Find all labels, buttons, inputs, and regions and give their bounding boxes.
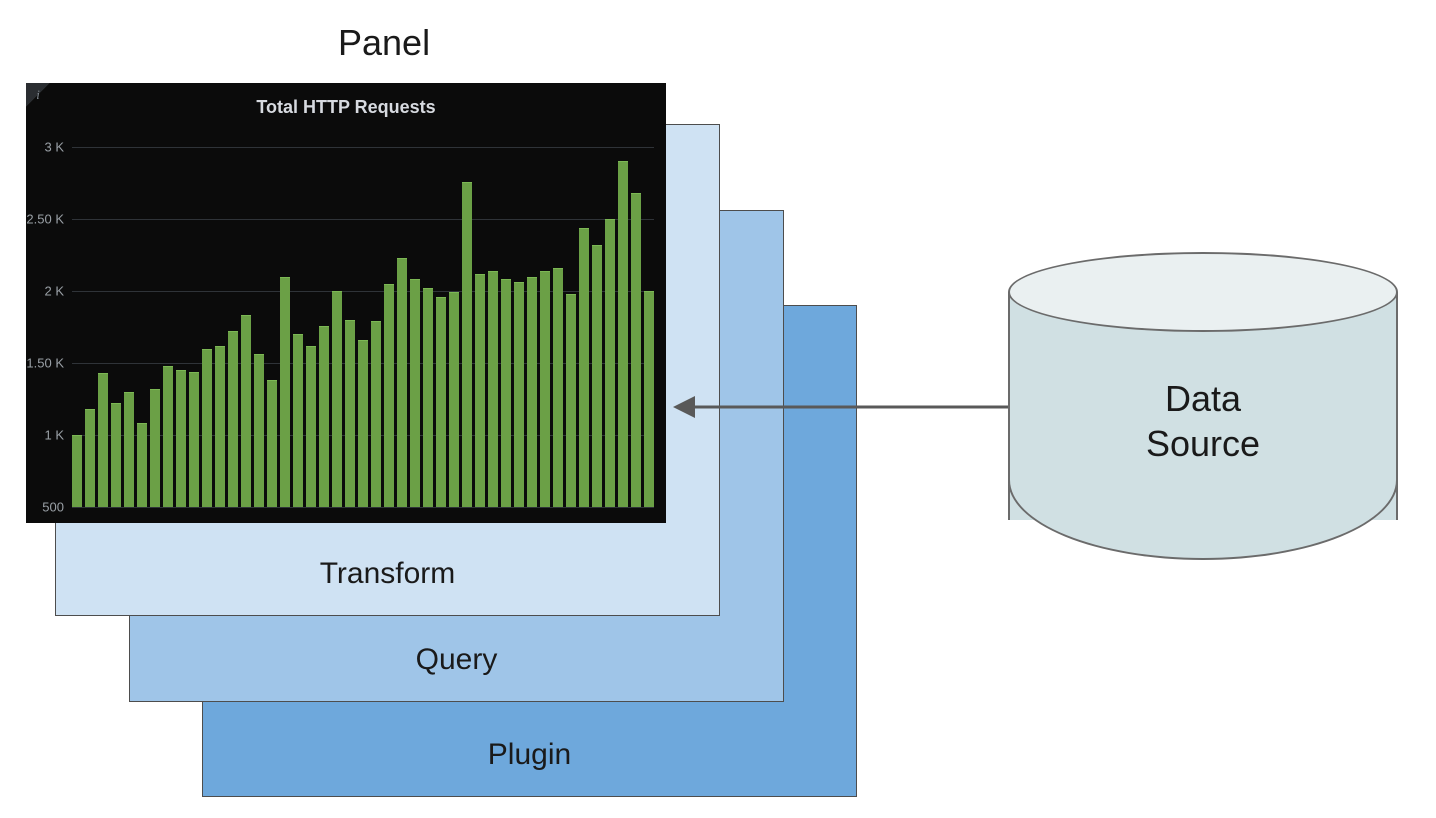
chart-bar	[163, 366, 173, 507]
layer-query-label: Query	[416, 643, 498, 677]
chart-bar	[592, 245, 602, 507]
chart-bar	[150, 389, 160, 507]
chart-bar	[527, 277, 537, 507]
data-source-label: Data Source	[1008, 252, 1398, 560]
chart-plot-area	[72, 147, 654, 507]
chart-bar	[111, 403, 121, 507]
chart-bar	[449, 292, 459, 507]
layer-plugin-label: Plugin	[488, 738, 571, 772]
arrow-data-to-panel	[673, 398, 1008, 416]
chart-bar	[358, 340, 368, 507]
chart-bar	[202, 349, 212, 507]
data-source-cylinder: Data Source	[1008, 252, 1398, 560]
chart-bar	[176, 370, 186, 507]
chart-bar	[215, 346, 225, 507]
chart-panel: i Total HTTP Requests 500 1 K 1.50 K 2 K 2.5…	[26, 83, 666, 523]
layer-transform-label: Transform	[320, 557, 456, 591]
chart-bar	[501, 279, 511, 507]
y-tick-label: 500	[42, 500, 72, 515]
y-tick-label: 1 K	[44, 428, 72, 443]
chart-bar	[267, 380, 277, 507]
chart-bar	[189, 372, 199, 507]
chart-bar	[566, 294, 576, 507]
chart-bar	[332, 291, 342, 507]
chart-bar	[306, 346, 316, 507]
chart-bar	[488, 271, 498, 507]
arrow-head-icon	[673, 396, 695, 418]
chart-bar	[85, 409, 95, 507]
arrow-line	[691, 406, 1008, 409]
chart-bar	[137, 423, 147, 507]
chart-title: Total HTTP Requests	[26, 83, 666, 118]
y-tick-label: 3 K	[44, 140, 72, 155]
chart-bar	[72, 435, 82, 507]
chart-bar	[254, 354, 264, 507]
chart-bar	[644, 291, 654, 507]
chart-bar	[384, 284, 394, 507]
y-tick-label: 1.50 K	[26, 356, 72, 371]
chart-bar	[345, 320, 355, 507]
chart-bar	[514, 282, 524, 507]
chart-bar	[553, 268, 563, 507]
chart-bar	[241, 315, 251, 507]
chart-bar	[423, 288, 433, 507]
panel-heading: Panel	[338, 22, 430, 64]
chart-bar	[605, 219, 615, 507]
chart-bar	[98, 373, 108, 507]
chart-bar	[631, 193, 641, 507]
chart-bar	[410, 279, 420, 507]
chart-bar	[280, 277, 290, 507]
info-icon: i	[26, 83, 50, 107]
chart-bar	[228, 331, 238, 507]
chart-bar	[436, 297, 446, 507]
chart-bar	[579, 228, 589, 507]
chart-bar	[124, 392, 134, 507]
chart-bars	[72, 147, 654, 507]
architecture-diagram: Panel Plugin Query Transform i Total HTT…	[0, 0, 1436, 818]
chart-bar	[397, 258, 407, 507]
chart-gridline	[72, 507, 654, 508]
chart-bar	[618, 161, 628, 507]
y-tick-label: 2 K	[44, 284, 72, 299]
chart-bar	[371, 321, 381, 507]
chart-bar	[475, 274, 485, 507]
chart-bar	[293, 334, 303, 507]
chart-bar	[540, 271, 550, 507]
chart-bar	[462, 182, 472, 507]
y-tick-label: 2.50 K	[26, 212, 72, 227]
chart-bar	[319, 326, 329, 507]
